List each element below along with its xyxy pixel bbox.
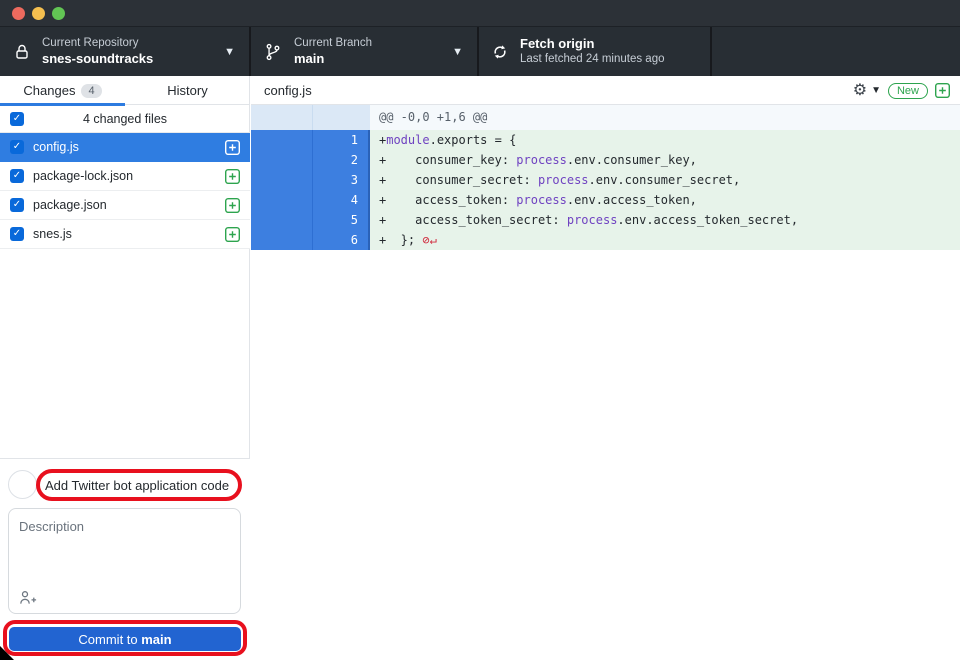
file-name: snes.js [33, 227, 72, 241]
old-line-gutter[interactable] [251, 190, 312, 210]
new-line-number[interactable]: 6 [312, 230, 370, 250]
zoom-button[interactable] [52, 7, 65, 20]
toolbar-divider [710, 27, 712, 76]
sync-icon [492, 44, 508, 60]
expand-diff-icon[interactable] [935, 83, 950, 98]
old-line-gutter[interactable] [251, 170, 312, 190]
minimize-button[interactable] [32, 7, 45, 20]
lock-icon [14, 43, 30, 61]
file-name: package.json [33, 198, 107, 212]
mouse-cursor [0, 646, 14, 660]
file-checkbox[interactable]: ✓ [10, 198, 24, 212]
diff-line-code: +module.exports = { [370, 130, 960, 150]
fetch-subtitle: Last fetched 24 minutes ago [520, 52, 665, 66]
file-checkbox[interactable]: ✓ [10, 169, 24, 183]
new-line-gutter [312, 105, 370, 130]
fetch-title: Fetch origin [520, 36, 665, 52]
tab-changes-label: Changes [23, 83, 75, 98]
branch-label: Current Branch [294, 36, 372, 50]
commit-button-prefix: Commit to [78, 632, 141, 647]
diff-line[interactable]: 2+ consumer_key: process.env.consumer_ke… [251, 150, 960, 170]
branch-name: main [294, 51, 372, 67]
diff-line[interactable]: 4+ access_token: process.env.access_toke… [251, 190, 960, 210]
git-branch-icon [264, 43, 282, 61]
diff-line-code: + access_token: process.env.access_token… [370, 190, 960, 210]
diff-line-code: + }; ⊘↵ [370, 230, 960, 250]
diff-line[interactable]: 6+ }; ⊘↵ [251, 230, 960, 250]
old-line-gutter[interactable] [251, 130, 312, 150]
changed-files-count: 4 changed files [0, 112, 250, 126]
added-file-icon[interactable] [225, 140, 240, 155]
repository-name: snes-soundtracks [42, 51, 153, 67]
old-line-gutter [251, 105, 312, 130]
commit-button-branch: main [141, 632, 171, 647]
file-row-package-lock-json[interactable]: ✓ package-lock.json [0, 162, 250, 191]
tab-changes[interactable]: Changes 4 [0, 76, 125, 105]
new-line-number[interactable]: 5 [312, 210, 370, 230]
new-line-number[interactable]: 3 [312, 170, 370, 190]
file-row-snes-js[interactable]: ✓ snes.js [0, 220, 250, 249]
old-line-gutter[interactable] [251, 150, 312, 170]
commit-summary-input[interactable] [45, 472, 235, 498]
hunk-header-text: @@ -0,0 +1,6 @@ [370, 105, 960, 130]
diff-body: @@ -0,0 +1,6 @@ 1+module.exports = {2+ c… [251, 105, 960, 250]
current-repository-dropdown[interactable]: Current Repository snes-soundtracks ▼ [0, 27, 249, 76]
new-line-number[interactable]: 4 [312, 190, 370, 210]
file-row-config-js[interactable]: ✓ config.js [0, 133, 250, 162]
changed-files-header: 4 changed files ✓ [0, 105, 250, 133]
current-branch-dropdown[interactable]: Current Branch main ▼ [250, 27, 477, 76]
github-desktop-window: Current Repository snes-soundtracks ▼ Cu… [0, 0, 960, 660]
changes-count-badge: 4 [81, 84, 101, 98]
commit-description-box [8, 508, 241, 614]
added-file-icon[interactable] [225, 198, 240, 213]
chevron-down-icon[interactable]: ▼ [871, 85, 881, 96]
added-file-icon[interactable] [225, 227, 240, 242]
new-feature-badge: New [888, 83, 928, 99]
diff-line[interactable]: 5+ access_token_secret: process.env.acce… [251, 210, 960, 230]
diff-line-code: + consumer_key: process.env.consumer_key… [370, 150, 960, 170]
tab-history[interactable]: History [125, 76, 250, 105]
diff-lines: 1+module.exports = {2+ consumer_key: pro… [251, 130, 960, 250]
diff-line-code: + access_token_secret: process.env.acces… [370, 210, 960, 230]
diff-line-code: + consumer_secret: process.env.consumer_… [370, 170, 960, 190]
file-name: config.js [33, 140, 79, 154]
file-checkbox[interactable]: ✓ [10, 227, 24, 241]
fetch-origin-button[interactable]: Fetch origin Last fetched 24 minutes ago [478, 27, 710, 76]
added-file-icon[interactable] [225, 169, 240, 184]
old-line-gutter[interactable] [251, 230, 312, 250]
diff-panel: config.js ⚙ ▼ New @@ -0,0 +1,6 @@ 1+modu [251, 76, 960, 660]
new-line-number[interactable]: 1 [312, 130, 370, 150]
changes-sidebar: Changes 4 History 4 changed files ✓ ✓ co… [0, 76, 250, 660]
file-name: package-lock.json [33, 169, 133, 183]
chevron-down-icon: ▼ [452, 46, 463, 58]
chevron-down-icon: ▼ [224, 46, 235, 58]
repository-label: Current Repository [42, 36, 153, 50]
diff-line[interactable]: 1+module.exports = { [251, 130, 960, 150]
avatar [8, 470, 37, 499]
file-checkbox[interactable]: ✓ [10, 140, 24, 154]
close-button[interactable] [12, 7, 25, 20]
tab-history-label: History [167, 83, 207, 98]
diff-line[interactable]: 3+ consumer_secret: process.env.consumer… [251, 170, 960, 190]
gear-icon[interactable]: ⚙ [853, 83, 867, 99]
hunk-header-row: @@ -0,0 +1,6 @@ [251, 105, 960, 130]
old-line-gutter[interactable] [251, 210, 312, 230]
add-coauthor-icon[interactable] [19, 590, 38, 605]
commit-description-input[interactable] [11, 511, 238, 583]
commit-button[interactable]: Commit to main [9, 627, 241, 651]
commit-form: Commit to main [0, 458, 250, 660]
file-row-package-json[interactable]: ✓ package.json [0, 191, 250, 220]
titlebar [0, 0, 960, 27]
select-all-checkbox[interactable]: ✓ [10, 112, 24, 126]
sidebar-tabbar: Changes 4 History [0, 76, 250, 105]
toolbar: Current Repository snes-soundtracks ▼ Cu… [0, 27, 960, 76]
diff-file-header: config.js ⚙ ▼ New [251, 76, 960, 105]
diff-file-name: config.js [264, 83, 312, 98]
new-line-number[interactable]: 2 [312, 150, 370, 170]
